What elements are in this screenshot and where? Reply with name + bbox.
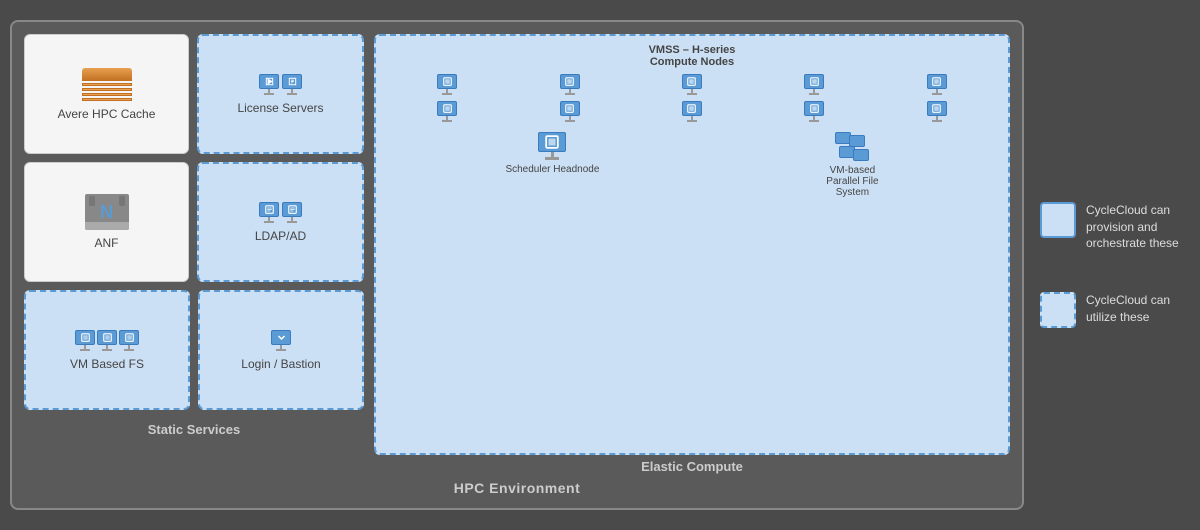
compute-node <box>633 101 751 122</box>
license-label: License Servers <box>237 101 323 115</box>
license-icon <box>259 74 302 95</box>
anf-icon: N <box>85 194 129 230</box>
bottom-row: Scheduler Headnode <box>384 128 1000 202</box>
pfs-item: VM-basedParallel FileSystem <box>826 132 878 198</box>
ldap-icon <box>259 202 302 223</box>
outer-container: Avere HPC Cache <box>10 10 1190 520</box>
anf-label: ANF <box>95 236 119 250</box>
elastic-inner: VMSS – H-seriesCompute Nodes <box>374 34 1010 455</box>
legend-section: CycleCloud can provision and orchestrate… <box>1040 202 1190 328</box>
row-1: Avere HPC Cache <box>24 34 364 154</box>
login-icon <box>271 330 291 351</box>
vmfs-icon <box>75 330 139 351</box>
content-row: Avere HPC Cache <box>24 34 1010 474</box>
compute-node <box>633 74 751 95</box>
compute-node <box>510 101 628 122</box>
anf-card: N ANF <box>24 162 189 282</box>
ldap-label: LDAP/AD <box>255 229 306 243</box>
legend-provision: CycleCloud can provision and orchestrate… <box>1040 202 1190 252</box>
compute-node <box>878 101 996 122</box>
pfs-label: VM-basedParallel FileSystem <box>826 165 878 198</box>
row-3: VM Based FS Login / Bastion <box>24 290 364 410</box>
scheduler-item: Scheduler Headnode <box>505 132 599 175</box>
avere-icon <box>82 68 132 101</box>
legend-utilize-text: CycleCloud can utilize these <box>1086 292 1190 326</box>
compute-node <box>388 74 506 95</box>
compute-node <box>878 74 996 95</box>
compute-node <box>388 101 506 122</box>
legend-utilize-box <box>1040 292 1076 328</box>
license-card: License Servers <box>197 34 364 154</box>
vmfs-card: VM Based FS <box>24 290 190 410</box>
anf-letter: N <box>100 202 113 223</box>
elastic-label: Elastic Compute <box>374 459 1010 474</box>
avere-card: Avere HPC Cache <box>24 34 189 154</box>
legend-provision-box <box>1040 202 1076 238</box>
vmfs-label: VM Based FS <box>70 357 144 371</box>
compute-node <box>755 74 873 95</box>
login-card: Login / Bastion <box>198 290 364 410</box>
compute-node <box>755 101 873 122</box>
scheduler-label: Scheduler Headnode <box>505 164 599 175</box>
compute-grid-1 <box>384 74 1000 95</box>
scheduler-icon <box>538 132 566 160</box>
hpc-environment-box: Avere HPC Cache <box>10 20 1024 510</box>
hpc-environment-label: HPC Environment <box>24 480 1010 496</box>
static-services-section: Avere HPC Cache <box>24 34 364 474</box>
vmss-label: VMSS – H-seriesCompute Nodes <box>384 44 1000 68</box>
ldap-card: LDAP/AD <box>197 162 364 282</box>
login-label: Login / Bastion <box>241 357 320 371</box>
avere-label: Avere HPC Cache <box>58 107 156 121</box>
row-2: N ANF <box>24 162 364 282</box>
elastic-compute-section: VMSS – H-seriesCompute Nodes <box>374 34 1010 474</box>
legend-utilize: CycleCloud can utilize these <box>1040 292 1190 328</box>
compute-grid-2 <box>384 101 1000 122</box>
compute-node <box>510 74 628 95</box>
legend-provision-text: CycleCloud can provision and orchestrate… <box>1086 202 1190 252</box>
static-services-label: Static Services <box>24 422 364 437</box>
pfs-icon <box>835 132 869 161</box>
